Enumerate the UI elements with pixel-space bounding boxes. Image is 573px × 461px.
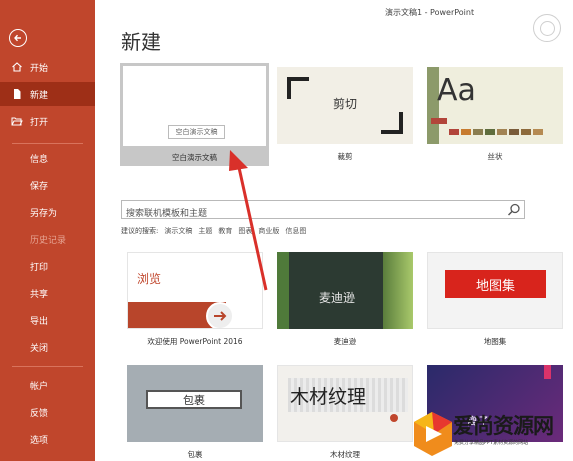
sidebar-item-label: 历史记录 — [30, 235, 67, 246]
sidebar-item-label: 开始 — [30, 63, 49, 74]
thumb-text: 木材纹理 — [290, 386, 367, 408]
template-label: 麦迪逊 — [333, 337, 357, 346]
suggested-keyword-link[interactable]: 信息图 — [285, 226, 306, 236]
sidebar-item-label: 打印 — [30, 262, 49, 273]
template-label: 包裹 — [187, 450, 203, 459]
template-label: 丝状 — [487, 152, 503, 161]
template-silk[interactable]: Aa 丝状 — [427, 67, 563, 163]
template-label: 欢迎使用 PowerPoint 2016 — [147, 337, 243, 346]
thumb-text: 麦迪逊 — [319, 291, 356, 305]
page-title: 新建 — [121, 30, 161, 54]
sidebar-item-share[interactable]: 共享 — [0, 281, 95, 305]
sidebar-item-label: 另存为 — [30, 208, 58, 219]
template-blank[interactable]: 空白演示文稿 空白演示文稿 — [123, 66, 266, 166]
thumb-decoration — [390, 414, 398, 422]
template-label: 裁剪 — [337, 152, 353, 161]
suggested-searches: 建议的搜索: 演示文稿 主题 教育 图表 商业版 信息图 — [121, 226, 306, 236]
crop-corner-decoration — [381, 112, 403, 134]
suggested-label: 建议的搜索: — [121, 227, 159, 235]
watermark-subtitle: 免费分享精品PPT素材资源的网站 — [454, 440, 529, 446]
thumb-decoration — [431, 118, 447, 124]
thumb-text: 空白演示文稿 — [168, 125, 225, 139]
backstage-sidebar: 开始 新建 打开 信息 保存 另存为 历史记录 打印 共享 导出 关闭 帐户 反… — [0, 0, 95, 461]
template-thumbnail: 剪切 — [277, 67, 413, 144]
template-label: 地图集 — [483, 337, 507, 346]
sidebar-item-home[interactable]: 开始 — [0, 55, 95, 79]
sidebar-item-label: 选项 — [30, 435, 49, 446]
new-document-icon — [14, 89, 21, 99]
suggested-keyword-link[interactable]: 图表 — [238, 226, 252, 236]
sidebar-item-feedback[interactable]: 反馈 — [0, 400, 95, 424]
watermark-logo: 爱尚资源网 免费分享精品PPT素材资源的网站 — [410, 408, 573, 461]
decorative-circle-icon — [533, 14, 561, 42]
template-wood-type[interactable]: 木材纹理 木材纹理 — [277, 365, 413, 461]
sidebar-item-info[interactable]: 信息 — [0, 146, 95, 170]
thumb-text: 包裹 — [183, 394, 205, 407]
template-label: 空白演示文稿 — [172, 153, 217, 162]
watermark-name: 爱尚资源网 — [453, 413, 554, 438]
back-arrow-icon[interactable] — [9, 29, 27, 47]
sidebar-item-open[interactable]: 打开 — [0, 109, 95, 133]
sidebar-item-history[interactable]: 历史记录 — [0, 227, 95, 251]
sidebar-item-close[interactable]: 关闭 — [0, 335, 95, 359]
sidebar-item-label: 导出 — [30, 316, 49, 327]
template-crop[interactable]: 剪切 裁剪 — [277, 67, 413, 163]
arrow-right-icon — [206, 302, 234, 328]
sidebar-item-label: 保存 — [30, 181, 49, 192]
template-thumbnail: 空白演示文稿 — [123, 66, 266, 146]
sidebar-item-new[interactable]: 新建 — [0, 82, 95, 106]
sidebar-item-label: 帐户 — [30, 381, 49, 392]
template-search-box[interactable] — [121, 200, 525, 223]
thumb-text: Aa — [437, 73, 476, 108]
template-thumbnail: Aa — [427, 67, 563, 144]
sidebar-item-label: 反馈 — [30, 408, 49, 419]
template-thumbnail: 浏览 — [127, 252, 263, 329]
template-thumbnail: 麦迪逊 — [277, 252, 413, 329]
suggested-keyword-link[interactable]: 演示文稿 — [164, 226, 192, 236]
template-atlas[interactable]: 地图集 地图集 — [427, 252, 563, 348]
thumb-text: 剪切 — [332, 97, 357, 111]
play-logo-icon — [414, 412, 452, 456]
template-label: 木材纹理 — [330, 450, 360, 459]
suggested-keyword-link[interactable]: 教育 — [218, 226, 232, 236]
sidebar-item-save[interactable]: 保存 — [0, 173, 95, 197]
sidebar-item-label: 信息 — [30, 154, 49, 165]
thumb-decoration — [544, 365, 551, 379]
template-parcel[interactable]: 包裹 包裹 — [127, 365, 263, 461]
thumb-text: 地图集 — [475, 279, 515, 294]
sidebar-item-account[interactable]: 帐户 — [0, 373, 95, 397]
template-thumbnail: 包裹 — [127, 365, 263, 442]
template-thumbnail: 木材纹理 — [277, 365, 413, 442]
search-icon[interactable] — [507, 203, 521, 217]
sidebar-divider — [12, 366, 83, 367]
folder-open-icon — [11, 117, 23, 126]
template-thumbnail: 地图集 — [427, 252, 563, 329]
thumb-text: 浏览 — [137, 272, 162, 286]
sidebar-item-options[interactable]: 选项 — [0, 427, 95, 451]
sidebar-divider — [12, 143, 83, 144]
search-input[interactable] — [122, 205, 502, 223]
thumb-decoration — [277, 252, 289, 329]
sidebar-item-label: 共享 — [30, 289, 49, 300]
template-welcome[interactable]: 浏览 欢迎使用 PowerPoint 2016 — [127, 252, 263, 348]
suggested-keyword-link[interactable]: 主题 — [198, 226, 212, 236]
home-icon — [12, 62, 22, 72]
sidebar-item-save-as[interactable]: 另存为 — [0, 200, 95, 224]
suggested-keyword-link[interactable]: 商业版 — [258, 226, 279, 236]
thumb-decoration — [383, 252, 413, 329]
sidebar-item-export[interactable]: 导出 — [0, 308, 95, 332]
color-swatches — [449, 129, 543, 135]
window-title: 演示文稿1 - PowerPoint — [385, 8, 475, 17]
sidebar-item-label: 关闭 — [30, 343, 49, 354]
sidebar-item-label: 打开 — [30, 117, 49, 128]
sidebar-item-print[interactable]: 打印 — [0, 254, 95, 278]
sidebar-item-label: 新建 — [30, 90, 49, 101]
template-madison[interactable]: 麦迪逊 麦迪逊 — [277, 252, 413, 348]
